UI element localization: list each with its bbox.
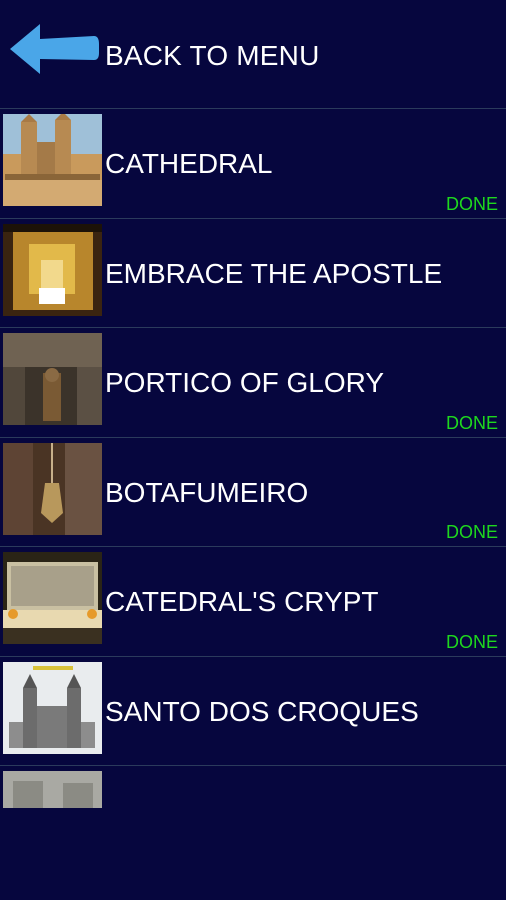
santo-dos-croques-thumbnail	[3, 661, 102, 754]
holy-door-thumbnail	[3, 771, 102, 810]
done-badge: DONE	[445, 193, 498, 214]
list-item-portico-of-glory[interactable]: PORTICO OF GLORY DONE	[0, 327, 506, 437]
list-item-title: CATEDRAL'S CRYPT	[105, 586, 379, 617]
list-item-santo-dos-croques[interactable]: SANTO DOS CROQUES	[0, 655, 506, 766]
done-badge: DONE	[445, 412, 498, 433]
botafumeiro-thumbnail	[3, 442, 102, 535]
portico-thumbnail	[3, 333, 102, 425]
embrace-apostle-thumbnail	[3, 223, 102, 316]
done-badge: DONE	[445, 631, 498, 652]
list-item-the-holy-door[interactable]: THE HOLY DOOR	[0, 765, 506, 810]
screen: BACK TO MENU CATHEDRAL DONE EMBRACE THE …	[0, 0, 506, 900]
crypt-thumbnail	[3, 552, 102, 644]
back-to-menu-button[interactable]: BACK TO MENU	[0, 0, 506, 108]
list-item-title: BOTAFUMEIRO	[105, 476, 309, 508]
list-item-title: EMBRACE THE APOSTLE	[105, 257, 443, 289]
bottom-area	[0, 808, 506, 900]
back-to-menu-label: BACK TO MENU	[105, 40, 320, 71]
cathedral-thumbnail	[3, 114, 102, 206]
list-item-catedrals-crypt[interactable]: CATEDRAL'S CRYPT DONE	[0, 546, 506, 656]
list-item-title: SANTO DOS CROQUES	[105, 695, 419, 727]
list-item-cathedral[interactable]: CATHEDRAL DONE	[0, 108, 506, 218]
list-item-title: CATHEDRAL	[105, 148, 273, 179]
arrow-left-icon[interactable]	[6, 20, 100, 78]
list-item-title: PORTICO OF GLORY	[105, 367, 385, 398]
done-badge: DONE	[445, 522, 498, 542]
list-item-botafumeiro[interactable]: BOTAFUMEIRO DONE	[0, 436, 506, 547]
stop-list[interactable]: CATHEDRAL DONE EMBRACE THE APOSTLE PORTI…	[0, 108, 506, 810]
list-item-embrace-the-apostle[interactable]: EMBRACE THE APOSTLE	[0, 217, 506, 328]
